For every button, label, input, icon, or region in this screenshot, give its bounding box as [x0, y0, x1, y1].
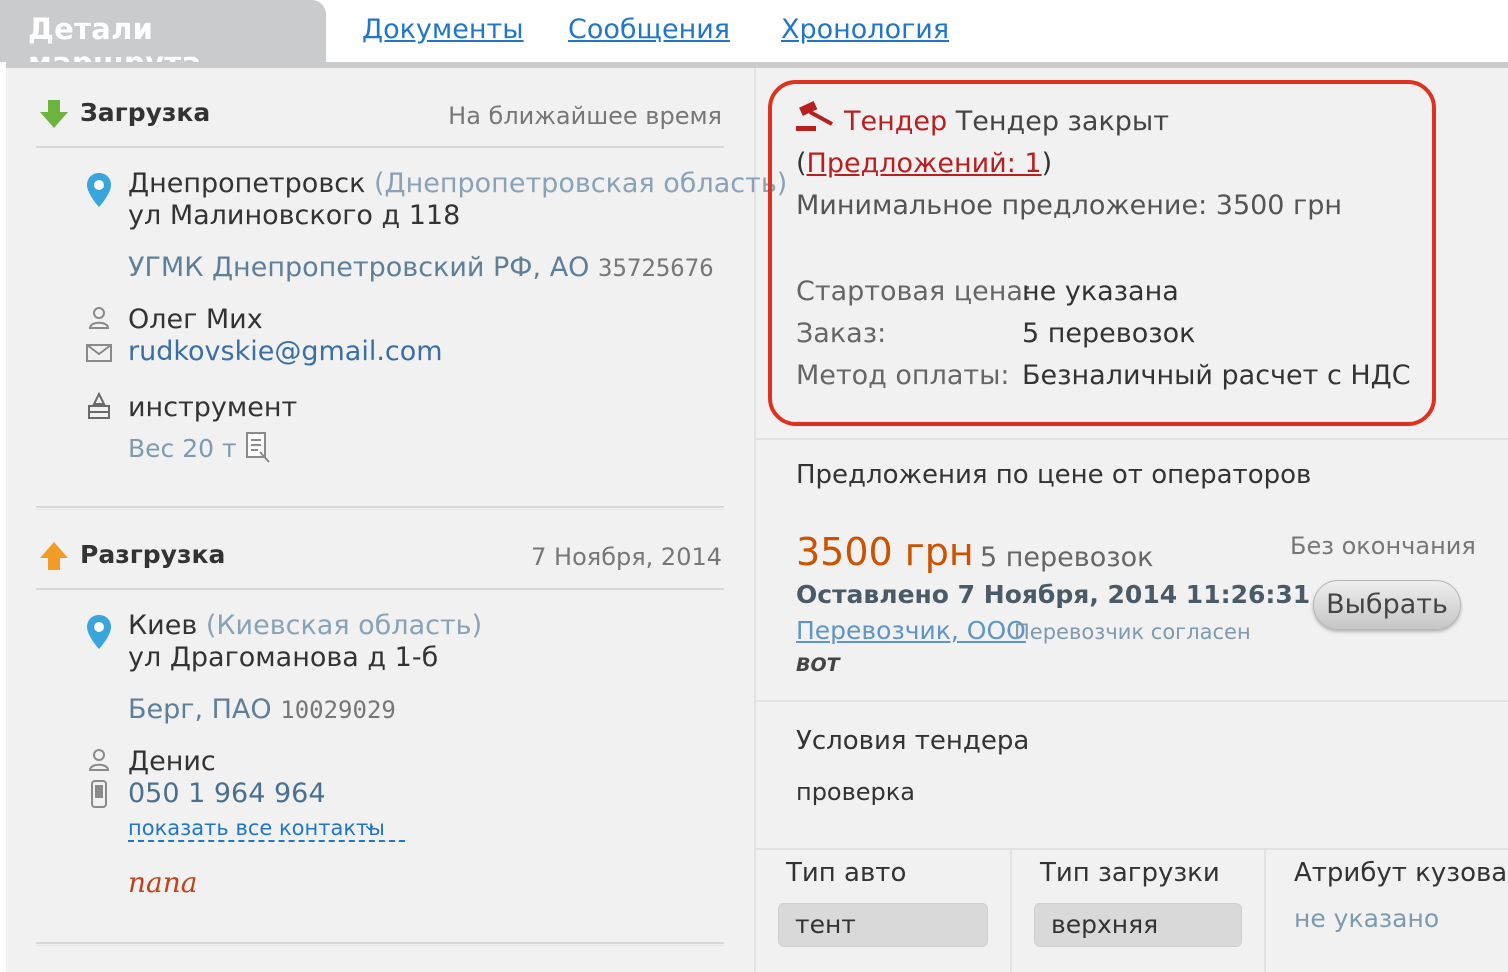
body-attribute-value: не указано	[1294, 904, 1440, 933]
divider	[36, 942, 724, 946]
divider	[756, 848, 1508, 850]
loading-company-code: 35725676	[598, 254, 714, 282]
cargo-icon	[88, 392, 110, 419]
person-icon	[88, 749, 110, 771]
loading-street: ул Малиновского д 118	[128, 200, 461, 231]
gavel-icon	[796, 100, 833, 131]
loading-title: Загрузка	[80, 98, 211, 127]
loading-company: УГМК Днепропетровский РФ, АО	[128, 252, 590, 283]
payment-label: Метод оплаты:	[796, 360, 1010, 391]
tender-label: Тендер	[844, 106, 948, 137]
loading-region: (Днепропетровская область)	[373, 168, 788, 199]
load-type-value: верхняя	[1034, 903, 1242, 947]
document-icon[interactable]	[244, 430, 272, 464]
paren-open: (	[796, 148, 807, 179]
loading-company-line: УГМК Днепропетровский РФ, АО 35725676	[128, 252, 714, 283]
offer-count: 5 перевозок	[980, 542, 1154, 573]
offer-end: Без окончания	[1290, 532, 1476, 560]
conditions-text: проверка	[796, 778, 915, 806]
start-price-label: Стартовая цена:	[796, 276, 1033, 307]
tab-bar: Детали маршрута Документы Сообщения Хрон…	[0, 0, 1508, 80]
chevron-down-icon: ⌄	[362, 814, 378, 835]
unloading-company-code: 10029029	[280, 696, 396, 724]
unloading-note: папа	[128, 866, 198, 899]
location-pin-icon	[87, 615, 111, 649]
unloading-company: Берг, ПАО	[128, 694, 272, 725]
vehicle-type-value: тент	[778, 903, 988, 947]
offer-left-at: Оставлено 7 Ноября, 2014 11:26:31	[796, 580, 1311, 609]
loading-contact-email[interactable]: rudkovskie@gmail.com	[128, 336, 443, 367]
unloading-city: Киев	[128, 610, 198, 641]
select-offer-button[interactable]: Выбрать	[1313, 580, 1461, 630]
unloading-date: 7 Ноября, 2014	[531, 543, 722, 571]
loading-city: Днепропетровск	[128, 168, 366, 199]
conditions-title: Условия тендера	[796, 726, 1030, 756]
payment-value: Безналичный расчет с НДС	[1022, 360, 1411, 391]
tab-history[interactable]: Хронология	[781, 14, 949, 45]
carrier-link[interactable]: Перевозчик, ООО	[796, 616, 1026, 645]
tab-route-details[interactable]: Детали маршрута	[0, 0, 326, 80]
divider	[1264, 850, 1266, 972]
divider	[756, 438, 1508, 440]
vehicle-type-label: Тип авто	[786, 858, 907, 888]
start-price-value: не указана	[1022, 276, 1179, 307]
unloading-contact-name: Денис	[128, 746, 216, 777]
unloading-region: (Киевская область)	[205, 610, 483, 641]
load-type-label: Тип загрузки	[1040, 858, 1220, 888]
offers-title: Предложения по цене от операторов	[796, 460, 1312, 490]
loading-time: На ближайшее время	[448, 102, 722, 130]
tender-status-line: Тендер Тендер закрыт	[844, 106, 1169, 137]
divider	[36, 146, 724, 148]
loading-address: Днепропетровск (Днепропетровская область…	[128, 168, 787, 199]
arrow-up-icon	[40, 542, 68, 570]
unloading-street: ул Драгоманова д 1-б	[128, 642, 439, 673]
show-all-contacts-label: показать все контакты	[128, 816, 385, 840]
loading-cargo: инструмент	[128, 392, 298, 423]
tender-offers-link[interactable]: Предложений: 1	[807, 148, 1042, 179]
tender-status: Тендер закрыт	[955, 106, 1169, 137]
divider	[1010, 850, 1012, 972]
unloading-title: Разгрузка	[80, 540, 226, 569]
loading-weight: Вес 20 т	[128, 434, 237, 463]
person-icon	[88, 307, 110, 329]
tender-min-offer: Минимальное предложение: 3500 грн	[796, 190, 1343, 221]
envelope-icon	[86, 344, 112, 362]
loading-contact-name: Олег Мих	[128, 304, 263, 335]
unloading-company-line: Берг, ПАО 10029029	[128, 694, 396, 725]
unloading-contact-phone: 050 1 964 964	[128, 778, 326, 809]
body-attribute-label: Атрибут кузова	[1294, 858, 1508, 888]
bot-badge: BOT	[796, 654, 840, 676]
divider	[36, 506, 724, 510]
phone-icon	[91, 780, 107, 808]
tender-offers-line: (Предложений: 1)	[796, 148, 1052, 179]
order-value: 5 перевозок	[1022, 318, 1196, 349]
tab-messages[interactable]: Сообщения	[568, 14, 730, 45]
order-label: Заказ:	[796, 318, 887, 349]
location-pin-icon	[87, 173, 111, 207]
tab-documents[interactable]: Документы	[362, 14, 524, 45]
carrier-status: Перевозчик согласен	[1014, 620, 1251, 644]
divider	[756, 700, 1508, 702]
unloading-address: Киев (Киевская область)	[128, 610, 482, 641]
arrow-down-icon	[40, 100, 68, 128]
offer-price: 3500 грн	[796, 530, 974, 574]
paren-close: )	[1041, 148, 1053, 179]
divider	[36, 588, 724, 590]
